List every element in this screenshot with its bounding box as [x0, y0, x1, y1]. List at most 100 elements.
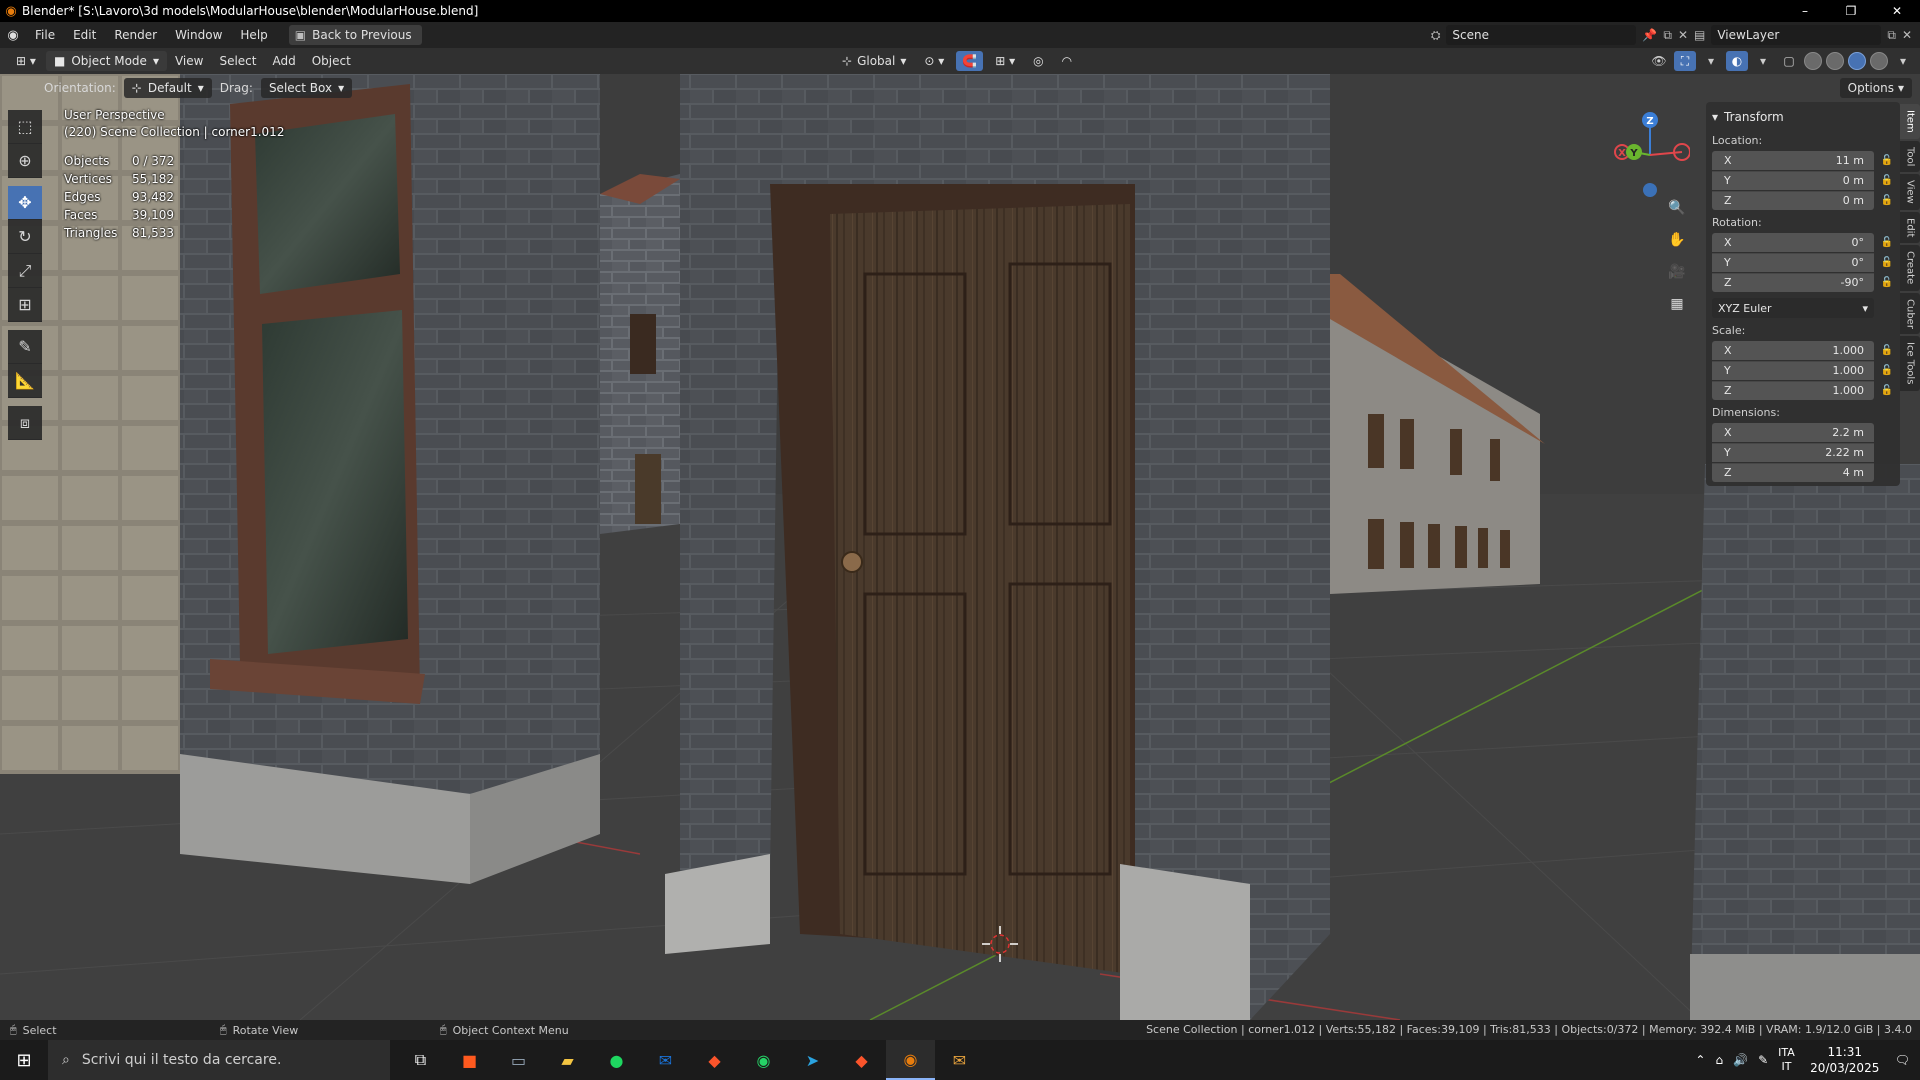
location-z-field[interactable]: Z0 m	[1712, 190, 1874, 210]
rotation-mode-dropdown[interactable]: XYZ Euler ▾	[1712, 298, 1874, 318]
lock-icon[interactable]: 🔓	[1880, 345, 1894, 356]
location-x-field[interactable]: X 11 m	[1712, 150, 1874, 170]
lock-icon[interactable]: 🔓	[1880, 385, 1894, 396]
pivot-point-dropdown[interactable]: ⊙ ▾	[918, 51, 950, 71]
move-tool-icon[interactable]: ✥	[8, 186, 42, 220]
lock-icon[interactable]: 🔓	[1880, 175, 1894, 186]
new-view-layer-icon[interactable]: ⧉	[1887, 28, 1896, 43]
transform-panel-header[interactable]: ▾ Transform	[1712, 106, 1894, 128]
outlook-icon[interactable]: ✉	[641, 1040, 690, 1080]
brave-alt-icon[interactable]: ◆	[837, 1040, 886, 1080]
options-dropdown[interactable]: Options ▾	[1839, 78, 1912, 98]
menu-add[interactable]: Add	[264, 54, 303, 68]
rotation-z-field[interactable]: Z -90°	[1712, 272, 1874, 292]
tab-create[interactable]: Create	[1900, 245, 1920, 291]
gizmo-options-icon[interactable]: ▾	[1700, 51, 1722, 71]
tab-item[interactable]: Item	[1900, 104, 1920, 139]
orientation-dropdown[interactable]: ⊹ Default ▾	[123, 78, 212, 98]
mail-app-icon[interactable]: ✉	[935, 1040, 984, 1080]
transform-orientation-dropdown[interactable]: ⊹ Global ▾	[836, 51, 912, 71]
whatsapp-icon[interactable]: ◉	[739, 1040, 788, 1080]
pin-scene-icon[interactable]: 📌	[1642, 28, 1657, 42]
tab-tool[interactable]: Tool	[1900, 140, 1920, 173]
dimensions-y-field[interactable]: Y 2.22 m	[1712, 442, 1874, 462]
windows-start-icon[interactable]: ⊞	[0, 1040, 48, 1080]
restore-button[interactable]: ❐	[1828, 0, 1874, 22]
lock-icon[interactable]: 🔓	[1880, 237, 1894, 248]
scene-selector[interactable]: Scene	[1446, 25, 1637, 45]
tab-edit[interactable]: Edit	[1900, 211, 1920, 244]
new-scene-icon[interactable]: ⧉	[1663, 28, 1672, 43]
lock-icon[interactable]: 🔓	[1880, 155, 1894, 166]
scale-tool-icon[interactable]: ⤢	[8, 254, 42, 288]
navigation-gizmo[interactable]: Z X Y	[1610, 110, 1690, 200]
dimensions-x-field[interactable]: X 2.2 m	[1712, 422, 1874, 442]
rotation-y-field[interactable]: Y 0°	[1712, 252, 1874, 272]
visibility-icon[interactable]: 👁	[1648, 51, 1670, 71]
material-preview-shading-icon[interactable]	[1848, 52, 1866, 70]
remove-scene-icon[interactable]: ✕	[1678, 28, 1688, 42]
back-to-previous-button[interactable]: ▣ Back to Previous	[288, 25, 422, 45]
camera-view-icon[interactable]: 🎥	[1664, 260, 1690, 284]
pan-hand-icon[interactable]: ✋	[1664, 228, 1690, 252]
file-explorer-icon[interactable]: ▰	[543, 1040, 592, 1080]
dimensions-z-field[interactable]: Z4 m	[1712, 462, 1874, 482]
tab-ice-tools[interactable]: Ice Tools	[1900, 336, 1920, 391]
overlay-options-icon[interactable]: ▾	[1752, 51, 1774, 71]
brave-icon[interactable]: ◆	[690, 1040, 739, 1080]
menu-select[interactable]: Select	[211, 54, 264, 68]
scene-type-icon[interactable]: ⛭	[1431, 28, 1441, 43]
minimize-button[interactable]: –	[1782, 0, 1828, 22]
menu-file[interactable]: File	[26, 24, 64, 46]
menu-window[interactable]: Window	[166, 24, 231, 46]
proportional-falloff-icon[interactable]: ◠	[1056, 51, 1078, 71]
scale-z-field[interactable]: Z 1.000	[1712, 380, 1874, 400]
gizmo-neg-z-axis[interactable]	[1643, 183, 1657, 197]
add-cube-tool-icon[interactable]: ⧈	[8, 406, 42, 440]
measure-tool-icon[interactable]: 📐	[8, 364, 42, 398]
blender-menu-icon[interactable]: ◉	[0, 22, 26, 48]
notifications-icon[interactable]: 🗨	[1895, 1053, 1910, 1067]
select-box-tool-icon[interactable]: ⬚	[8, 110, 42, 144]
network-icon[interactable]: ⌂	[1715, 1053, 1723, 1067]
solid-shading-icon[interactable]	[1826, 52, 1844, 70]
lock-icon[interactable]: 🔓	[1880, 365, 1894, 376]
lock-icon[interactable]: 🔓	[1880, 195, 1894, 206]
3d-viewport[interactable]	[0, 74, 1920, 1020]
pen-icon[interactable]: ✎	[1758, 1053, 1768, 1067]
location-y-field[interactable]: Y0 m	[1712, 170, 1874, 190]
view-layer-selector[interactable]: ViewLayer	[1711, 25, 1882, 45]
close-button[interactable]: ✕	[1874, 0, 1920, 22]
zoom-icon[interactable]: 🔍	[1664, 196, 1690, 220]
taskbar-search[interactable]: ⌕ Scrivi qui il testo da cercare.	[48, 1040, 390, 1080]
scale-x-field[interactable]: X 1.000	[1712, 340, 1874, 360]
mode-selector[interactable]: ■ Object Mode ▾	[46, 51, 167, 71]
scale-y-field[interactable]: Y 1.000	[1712, 360, 1874, 380]
app-window-icon[interactable]: ▭	[494, 1040, 543, 1080]
lock-icon[interactable]: 🔓	[1880, 277, 1894, 288]
spotify-icon[interactable]: ●	[592, 1040, 641, 1080]
xray-toggle-icon[interactable]: ▢	[1778, 51, 1800, 71]
drag-dropdown[interactable]: Select Box ▾	[260, 78, 353, 98]
chevron-up-icon[interactable]: ⌃	[1695, 1053, 1705, 1067]
rotate-tool-icon[interactable]: ↻	[8, 220, 42, 254]
remove-view-layer-icon[interactable]: ✕	[1902, 28, 1912, 42]
tab-cuber[interactable]: Cuber	[1900, 292, 1920, 335]
shading-options-icon[interactable]: ▾	[1892, 51, 1914, 71]
cursor-tool-icon[interactable]: ⊕	[8, 144, 42, 178]
task-view-icon[interactable]: ⧉	[396, 1040, 445, 1080]
clock[interactable]: 11:31 20/03/2025	[1805, 1044, 1885, 1076]
dts-app-icon[interactable]: ■	[445, 1040, 494, 1080]
editor-type-icon[interactable]: ⊞ ▾	[6, 51, 46, 71]
rendered-shading-icon[interactable]	[1870, 52, 1888, 70]
view-layer-icon[interactable]: ▤	[1694, 28, 1705, 42]
blender-taskbar-icon[interactable]: ◉	[886, 1040, 935, 1080]
gizmo-toggle-icon[interactable]: ⛶	[1674, 51, 1696, 71]
perspective-toggle-icon[interactable]: ▦	[1664, 292, 1690, 316]
volume-icon[interactable]: 🔊	[1733, 1053, 1748, 1067]
wireframe-shading-icon[interactable]	[1804, 52, 1822, 70]
overlays-toggle-icon[interactable]: ◐	[1726, 51, 1748, 71]
menu-edit[interactable]: Edit	[64, 24, 105, 46]
menu-render[interactable]: Render	[105, 24, 166, 46]
menu-help[interactable]: Help	[231, 24, 276, 46]
